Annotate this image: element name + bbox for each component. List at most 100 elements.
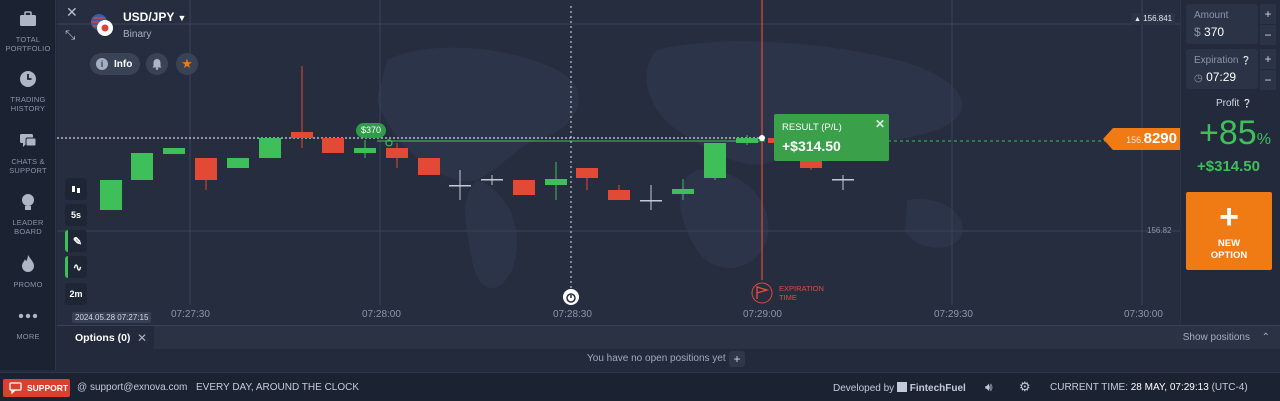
indicators-button[interactable]: ∿ xyxy=(65,256,87,278)
time-axis-label: 07:27:30 xyxy=(171,309,210,320)
result-value: +$314.50 xyxy=(782,138,841,154)
profit-label: Profit ❔ xyxy=(1216,98,1253,109)
gear-icon[interactable]: ⚙ xyxy=(1019,379,1031,395)
current-price-tag: 156.8290 xyxy=(1103,128,1180,150)
hover-timestamp: 2024.05.28 07:27:15 xyxy=(72,312,152,323)
expiration-field[interactable]: Expiration ❔ ◷ 07:29 xyxy=(1186,49,1258,89)
clock-icon: ◷ xyxy=(1194,73,1203,84)
pencil-icon: ✎ xyxy=(72,235,83,248)
result-popup: RESULT (P/L) +$314.50 ✕ xyxy=(774,114,889,161)
amount-label: Amount xyxy=(1194,10,1229,21)
show-positions-toggle[interactable]: Show positions xyxy=(1183,326,1250,350)
notification-button[interactable] xyxy=(146,53,168,75)
expiration-increase-button[interactable]: + xyxy=(1260,49,1276,69)
expiration-time-label: EXPIRATION TIME xyxy=(779,284,824,302)
add-position-button[interactable]: + xyxy=(729,351,745,367)
sidebar-item-trading-history[interactable]: TRADING HISTORY xyxy=(0,68,56,113)
candle-body xyxy=(163,148,185,154)
sidebar-item-leader-board[interactable]: LEADER BOARD xyxy=(0,191,56,236)
sidebar-item-total-portfolio[interactable]: TOTAL PORTFOLIO xyxy=(0,8,56,53)
sidebar-item-chats-support[interactable]: CHATS & SUPPORT xyxy=(0,130,56,175)
amount-field[interactable]: Amount $ 370 xyxy=(1186,4,1258,44)
candle-body xyxy=(513,180,535,195)
footer: SUPPORT @ support@exnova.com EVERY DAY, … xyxy=(0,372,1280,401)
expiration-value[interactable]: ◷ 07:29 xyxy=(1194,70,1258,84)
empty-positions-text: You have no open positions yet xyxy=(587,353,726,364)
time-axis-label: 07:29:00 xyxy=(743,309,782,320)
current-price-prefix: 156. xyxy=(1126,135,1144,145)
star-icon: ★ xyxy=(181,56,193,71)
candle-body xyxy=(291,132,313,138)
chevron-up-icon[interactable]: ⌃ xyxy=(1262,326,1270,350)
amount-decrease-button[interactable]: − xyxy=(1260,25,1276,45)
candle-body xyxy=(195,158,217,180)
timeframe-button[interactable]: 5s xyxy=(65,204,87,226)
close-icon[interactable]: ✕ xyxy=(137,326,147,350)
email-link[interactable]: @ support@exnova.com xyxy=(77,382,187,393)
indicator-wave-icon: ∿ xyxy=(72,261,83,274)
sidebar-item-more[interactable]: MORE xyxy=(0,305,56,341)
currency-symbol: $ xyxy=(1194,25,1201,39)
lock-icon: ▲ xyxy=(1134,16,1141,23)
world-map-background xyxy=(377,41,963,289)
briefcase-icon xyxy=(20,11,36,26)
candle-body xyxy=(481,179,503,181)
help-icon: ❔ xyxy=(1242,99,1253,108)
expiration-decrease-button[interactable]: − xyxy=(1260,70,1276,90)
expiration-label: Expiration ❔ xyxy=(1194,55,1252,66)
sound-icon[interactable]: 🔊︎ xyxy=(985,380,993,395)
candle-body xyxy=(322,138,344,153)
current-price-main: 8290 xyxy=(1143,130,1177,147)
top-price-tag: ▲ 156.841 xyxy=(1131,13,1176,25)
candle-body xyxy=(449,185,471,187)
expiration-point-marker xyxy=(759,135,765,141)
zoom-button[interactable]: 2m xyxy=(65,283,87,305)
candle-body xyxy=(354,148,376,153)
candle-body xyxy=(545,179,567,185)
bell-icon xyxy=(152,59,162,70)
plus-icon: + xyxy=(1219,198,1239,236)
favorite-button[interactable]: ★ xyxy=(176,53,198,75)
close-icon[interactable]: ✕ xyxy=(875,117,885,131)
collapse-icon[interactable]: ⤡ xyxy=(65,27,75,43)
trade-panel: Amount $ 370 + − Expiration ❔ ◷ 07:29 + … xyxy=(1180,0,1280,325)
candles-icon xyxy=(72,186,80,193)
candle-body xyxy=(386,148,408,158)
at-icon: @ xyxy=(77,382,88,393)
new-option-label: NEW OPTION xyxy=(1210,238,1248,261)
amount-value[interactable]: $ 370 xyxy=(1194,25,1258,39)
developed-by: Developed by FintechFuel xyxy=(833,382,966,394)
help-icon: ❔ xyxy=(1241,56,1252,65)
asset-type: Binary xyxy=(123,29,152,40)
left-sidebar: TOTAL PORTFOLIO TRADING HISTORY CHATS & … xyxy=(0,0,56,370)
sidebar-item-promo[interactable]: PROMO xyxy=(0,253,56,289)
profit-amount: +$314.50 xyxy=(1197,158,1260,175)
draw-tool-button[interactable]: ✎ xyxy=(65,230,87,252)
new-option-button[interactable]: + NEW OPTION xyxy=(1186,192,1272,270)
profit-percent: +85% xyxy=(1199,114,1271,152)
info-label: Info xyxy=(114,58,133,70)
expiration-flag-icon xyxy=(751,282,773,304)
info-button[interactable]: i Info xyxy=(90,53,140,75)
bet-amount-label: $370 xyxy=(356,123,387,138)
usd-jpy-flag-icon xyxy=(91,14,113,36)
clock-icon xyxy=(20,71,36,87)
positions-area: You have no open positions yet + xyxy=(57,349,1280,370)
asset-name[interactable]: USD/JPY ▼ xyxy=(123,10,186,24)
time-axis-label: 07:28:00 xyxy=(362,309,401,320)
amount-increase-button[interactable]: + xyxy=(1260,4,1276,24)
chart-area[interactable] xyxy=(57,0,1180,325)
chart-type-button[interactable] xyxy=(65,178,87,200)
price-axis-label: 156.82 xyxy=(1147,226,1172,235)
sidebar-item-label: MORE xyxy=(16,332,40,341)
support-button[interactable]: SUPPORT xyxy=(3,379,70,397)
sidebar-item-label: PROMO xyxy=(13,280,43,289)
trophy-icon xyxy=(22,194,34,210)
price-chart[interactable] xyxy=(57,0,1180,325)
candle-body xyxy=(227,158,249,168)
more-dots-icon xyxy=(18,313,38,319)
support-hours: EVERY DAY, AROUND THE CLOCK xyxy=(196,382,360,393)
candle-body xyxy=(640,200,662,202)
candle-body xyxy=(576,168,598,178)
close-icon[interactable]: ✕ xyxy=(66,4,78,21)
